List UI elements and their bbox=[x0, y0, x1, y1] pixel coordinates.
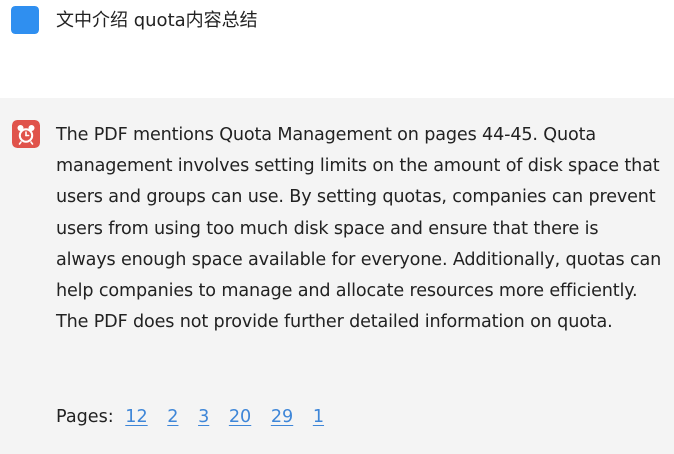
blue-square-icon bbox=[11, 6, 39, 34]
user-message: 文中介绍 quota内容总结 bbox=[0, 0, 674, 98]
page-link-12[interactable]: 12 bbox=[125, 407, 147, 427]
page-link-1[interactable]: 1 bbox=[313, 407, 324, 427]
page-link-29[interactable]: 29 bbox=[271, 407, 293, 427]
chat-thread: 文中介绍 quota内容总结 The PDF mentions Quota Ma… bbox=[0, 0, 674, 454]
page-link-3[interactable]: 3 bbox=[198, 407, 209, 427]
pages-label: Pages: bbox=[56, 407, 114, 427]
assistant-message: The PDF mentions Quota Management on pag… bbox=[0, 98, 674, 454]
user-message-text: 文中介绍 quota内容总结 bbox=[56, 10, 258, 31]
alarm-clock-icon bbox=[12, 120, 40, 148]
page-link-20[interactable]: 20 bbox=[229, 407, 251, 427]
page-link-2[interactable]: 2 bbox=[167, 407, 178, 427]
assistant-message-text: The PDF mentions Quota Management on pag… bbox=[56, 125, 662, 333]
page-references: Pages: 12 2 3 20 29 1 bbox=[56, 403, 338, 431]
